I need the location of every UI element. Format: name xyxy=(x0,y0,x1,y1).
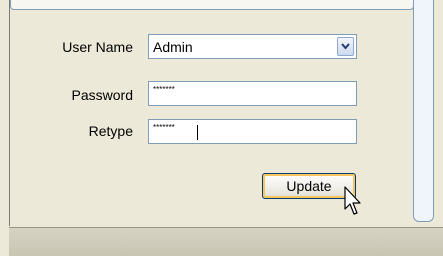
top-panel xyxy=(10,0,414,10)
password-masked-value: ******* xyxy=(153,85,175,94)
retype-label: Retype xyxy=(88,123,133,139)
username-label: User Name xyxy=(62,39,133,55)
password-field[interactable]: ******* xyxy=(148,81,357,106)
password-label: Password xyxy=(71,87,133,103)
chevron-down-icon xyxy=(341,43,350,50)
vertical-scrollbar[interactable] xyxy=(413,0,434,222)
dropdown-button[interactable] xyxy=(337,37,354,56)
username-select[interactable]: Admin xyxy=(148,34,357,59)
update-button[interactable]: Update xyxy=(262,173,356,199)
retype-password-field[interactable]: ******* xyxy=(148,119,357,144)
retype-masked-value: ******* xyxy=(153,123,175,132)
username-selected-value: Admin xyxy=(153,39,193,55)
status-bar xyxy=(9,227,443,256)
settings-window: User Name Admin Password ******* Retype … xyxy=(0,0,443,256)
text-caret xyxy=(197,125,198,140)
mouse-pointer-icon xyxy=(344,186,361,215)
window-border xyxy=(9,0,10,226)
